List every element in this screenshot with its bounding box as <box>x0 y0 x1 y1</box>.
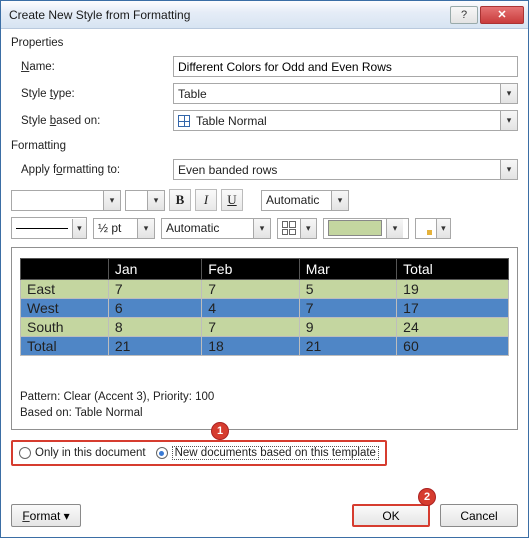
fill-effects-button[interactable]: ▾ <box>415 218 451 239</box>
chevron-down-icon: ▾ <box>386 219 403 238</box>
table-header: Total <box>397 259 509 280</box>
chevron-down-icon: ▾ <box>72 219 86 238</box>
underline-button[interactable]: U <box>221 189 243 211</box>
italic-button[interactable]: I <box>195 189 217 211</box>
chevron-down-icon: ▾ <box>137 219 154 238</box>
table-header: Mar <box>299 259 396 280</box>
style-based-on-combo[interactable]: Table Normal ▾ <box>173 110 518 131</box>
borders-icon <box>282 221 296 235</box>
dialog-create-style: Create New Style from Formatting ? ✕ Pro… <box>0 0 529 538</box>
table-header <box>21 259 109 280</box>
font-size-combo[interactable]: ▾ <box>125 190 165 211</box>
font-toolbar: ▾ ▾ B I U Automatic▾ <box>11 189 518 211</box>
font-color-combo[interactable]: Automatic▾ <box>261 190 349 211</box>
border-weight-combo[interactable]: ½ pt▾ <box>93 218 155 239</box>
table-row: East77519 <box>21 280 509 299</box>
name-label: Name: <box>11 61 173 73</box>
chevron-down-icon: ▾ <box>331 191 348 210</box>
chevron-down-icon: ▾ <box>103 191 120 210</box>
window-title: Create New Style from Formatting <box>9 8 448 22</box>
chevron-down-icon: ▾ <box>300 219 316 238</box>
border-toolbar: ▾ ½ pt▾ Automatic▾ ▾ ▾ ▾ <box>11 217 518 239</box>
style-type-combo[interactable]: Table ▾ <box>173 83 518 104</box>
style-preview: Jan Feb Mar Total East77519 West64717 So… <box>11 247 518 430</box>
chevron-down-icon: ▾ <box>253 219 270 238</box>
style-description: Pattern: Clear (Accent 3), Priority: 100… <box>20 390 509 421</box>
borders-button[interactable]: ▾ <box>277 218 317 239</box>
table-row: Total21182160 <box>21 337 509 356</box>
fill-bucket-icon <box>420 221 432 235</box>
table-row: West64717 <box>21 299 509 318</box>
table-header: Jan <box>108 259 201 280</box>
chevron-down-icon: ▾ <box>436 219 450 238</box>
apply-formatting-to-label: Apply formatting to: <box>11 164 173 176</box>
radio-icon <box>156 447 168 459</box>
style-type-label: Style type: <box>11 88 173 100</box>
title-bar: Create New Style from Formatting ? ✕ <box>1 1 528 29</box>
style-based-on-label: Style based on: <box>11 115 173 127</box>
format-menu-button[interactable]: Format ▾ <box>11 504 81 527</box>
close-button[interactable]: ✕ <box>480 6 524 24</box>
bold-button[interactable]: B <box>169 189 191 211</box>
chevron-down-icon: ▾ <box>500 160 517 179</box>
radio-new-documents-template[interactable]: New documents based on this template <box>156 446 379 460</box>
dialog-body: Properties Name: Style type: Table ▾ Sty… <box>1 29 528 496</box>
chevron-down-icon: ▾ <box>147 191 164 210</box>
chevron-down-icon: ▾ <box>500 84 517 103</box>
help-button[interactable]: ? <box>450 6 478 24</box>
name-input[interactable] <box>173 56 518 77</box>
radio-icon <box>19 447 31 459</box>
cancel-button[interactable]: Cancel <box>440 504 518 527</box>
radio-only-this-document[interactable]: Only in this document <box>19 447 146 459</box>
annotation-callout-2: 2 <box>418 488 436 506</box>
table-icon <box>178 115 190 127</box>
apply-formatting-to-combo[interactable]: Even banded rows ▾ <box>173 159 518 180</box>
shading-color-combo[interactable]: ▾ <box>323 218 409 239</box>
font-name-combo[interactable]: ▾ <box>11 190 121 211</box>
table-header: Feb <box>202 259 299 280</box>
scope-radio-group: Only in this document New documents base… <box>11 440 387 466</box>
properties-group-label: Properties <box>11 37 518 49</box>
border-color-combo[interactable]: Automatic▾ <box>161 218 271 239</box>
preview-table: Jan Feb Mar Total East77519 West64717 So… <box>20 258 509 356</box>
ok-button[interactable]: OK <box>352 504 430 527</box>
border-style-combo[interactable]: ▾ <box>11 217 87 239</box>
chevron-down-icon: ▾ <box>500 111 517 130</box>
shading-swatch-icon <box>328 220 382 236</box>
annotation-callout-1: 1 <box>211 422 229 440</box>
formatting-group-label: Formatting <box>11 140 518 152</box>
table-row: South87924 <box>21 318 509 337</box>
dialog-button-bar: Format ▾ 2 OK Cancel <box>1 496 528 537</box>
